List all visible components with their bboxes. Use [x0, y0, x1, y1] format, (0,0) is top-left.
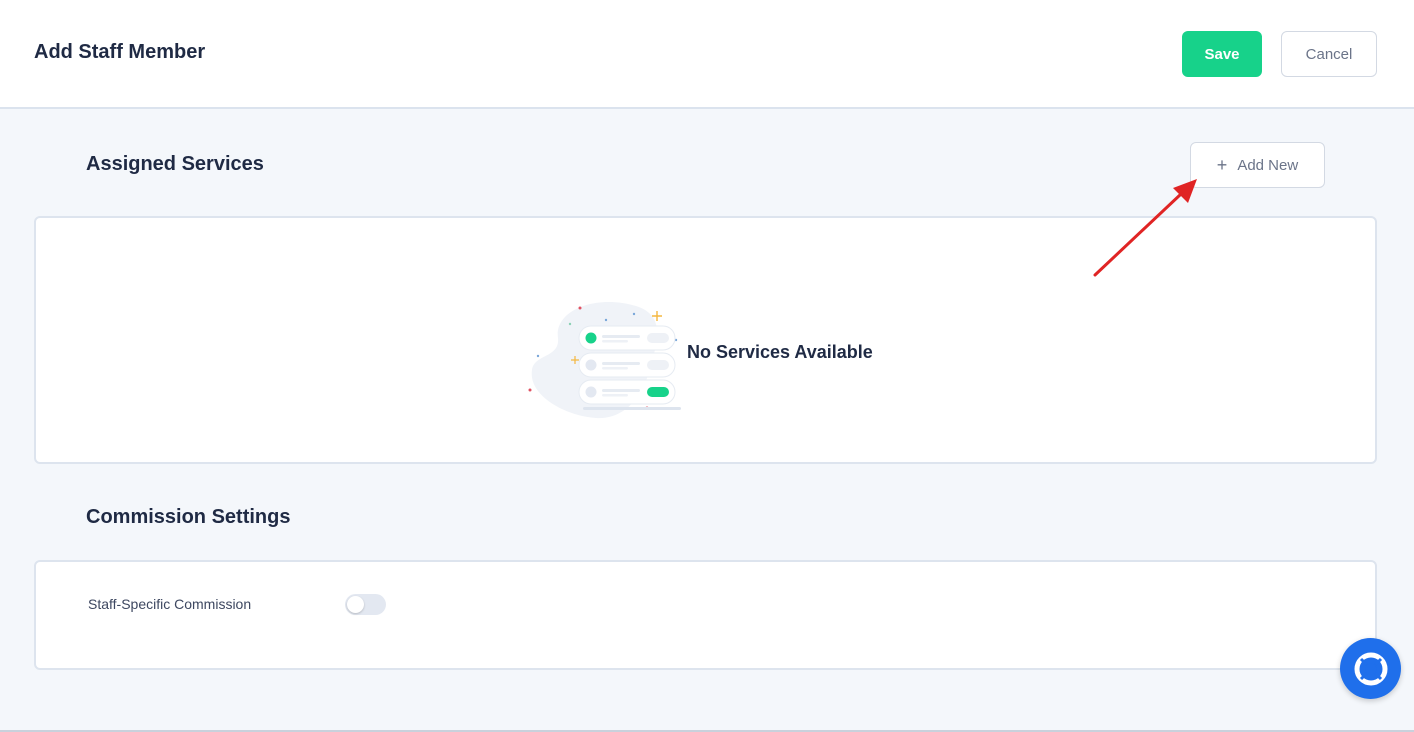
commission-settings-card: Staff-Specific Commission [34, 560, 1377, 670]
page-header: Add Staff Member Save Cancel [0, 0, 1414, 109]
arrow-annotation-icon [1093, 179, 1197, 277]
empty-list-illustration [528, 301, 681, 419]
cancel-button[interactable]: Cancel [1281, 31, 1377, 77]
staff-specific-commission-toggle[interactable] [345, 594, 386, 615]
add-new-button[interactable]: + Add New [1190, 142, 1325, 188]
staff-specific-commission-label: Staff-Specific Commission [88, 596, 252, 612]
add-new-label: Add New [1237, 156, 1299, 174]
toggle-knob [347, 596, 364, 613]
save-button[interactable]: Save [1182, 31, 1262, 77]
lifebuoy-icon [1354, 652, 1387, 685]
assigned-services-title: Assigned Services [86, 153, 264, 175]
commission-settings-title: Commission Settings [86, 506, 291, 528]
help-button[interactable] [1340, 638, 1401, 699]
page-title: Add Staff Member [34, 41, 206, 63]
plus-icon: + [1216, 155, 1228, 175]
empty-state-message: No Services Available [687, 342, 873, 362]
